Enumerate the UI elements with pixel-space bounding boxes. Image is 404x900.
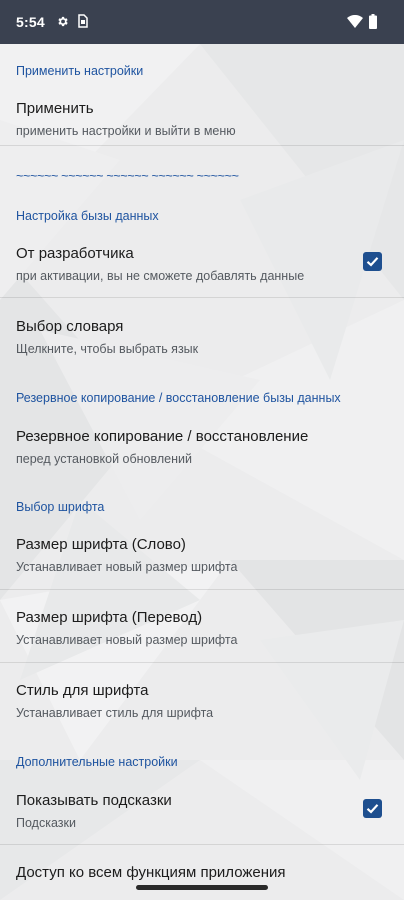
checkmark-icon <box>366 804 379 814</box>
gear-icon <box>58 16 68 27</box>
pref-font-word[interactable]: Размер шрифта (Слово) Устанавливает новы… <box>0 536 404 586</box>
pref-backup-summary: перед установкой обновлений <box>16 452 192 466</box>
pref-dictionary[interactable]: Выбор словаря Щелкните, чтобы выбрать яз… <box>0 318 404 368</box>
divider <box>0 844 404 845</box>
pref-backup-title: Резервное копирование / восстановление <box>16 428 309 445</box>
status-time: 5:54 <box>16 14 45 30</box>
section-header-font: Выбор шрифта <box>16 500 105 514</box>
pref-font-style-summary: Устанавливает стиль для шрифта <box>16 706 214 720</box>
section-header-extra: Дополнительные настройки <box>16 755 178 769</box>
pref-font-translation-title: Размер шрифта (Перевод) <box>16 609 203 626</box>
pref-font-style[interactable]: Стиль для шрифта Устанавливает стиль для… <box>0 682 404 732</box>
pref-developer-title: От разработчика <box>16 245 134 262</box>
pref-apply[interactable]: Применить применить настройки и выйти в … <box>0 100 404 150</box>
pref-font-word-title: Размер шрифта (Слово) <box>16 536 186 553</box>
wifi-icon <box>347 15 363 28</box>
pref-font-style-title: Стиль для шрифта <box>16 682 149 699</box>
divider <box>0 297 404 298</box>
pref-apply-title: Применить <box>16 100 94 117</box>
battery-icon <box>369 14 377 29</box>
hints-checkbox[interactable] <box>363 799 382 818</box>
pref-dictionary-title: Выбор словаря <box>16 318 124 335</box>
gesture-handle[interactable] <box>136 885 268 890</box>
sim-card-icon <box>78 14 88 28</box>
pref-apply-summary: применить настройки и выйти в меню <box>16 124 236 138</box>
divider <box>0 589 404 590</box>
navigation-bar <box>0 876 404 900</box>
pref-developer-summary: при активации, вы не сможете добавлять д… <box>16 269 305 283</box>
pref-font-translation-summary: Устанавливает новый размер шрифта <box>16 633 238 647</box>
divider <box>0 662 404 663</box>
pref-font-translation[interactable]: Размер шрифта (Перевод) Устанавливает но… <box>0 609 404 659</box>
section-header-backup: Резервное копирование / восстановление б… <box>16 391 341 405</box>
section-header-apply: Применить настройки <box>16 64 144 78</box>
section-header-database: Настройка бызы данных <box>16 209 159 223</box>
pref-hints-title: Показывать подсказки <box>16 792 172 809</box>
pref-developer[interactable]: От разработчика при активации, вы не смо… <box>0 245 404 295</box>
pref-font-word-summary: Устанавливает новый размер шрифта <box>16 560 238 574</box>
pref-hints[interactable]: Показывать подсказки Подсказки <box>0 792 404 842</box>
settings-list: Применить настройки Применить применить … <box>0 44 404 900</box>
section-separator: ~~~~~~ ~~~~~~ ~~~~~~ ~~~~~~ ~~~~~~ <box>16 169 239 183</box>
status-bar: 5:54 <box>0 0 404 44</box>
divider <box>0 145 404 146</box>
developer-checkbox[interactable] <box>363 252 382 271</box>
pref-backup[interactable]: Резервное копирование / восстановление п… <box>0 428 404 478</box>
pref-hints-summary: Подсказки <box>16 816 76 830</box>
pref-dictionary-summary: Щелкните, чтобы выбрать язык <box>16 342 199 356</box>
checkmark-icon <box>366 257 379 267</box>
